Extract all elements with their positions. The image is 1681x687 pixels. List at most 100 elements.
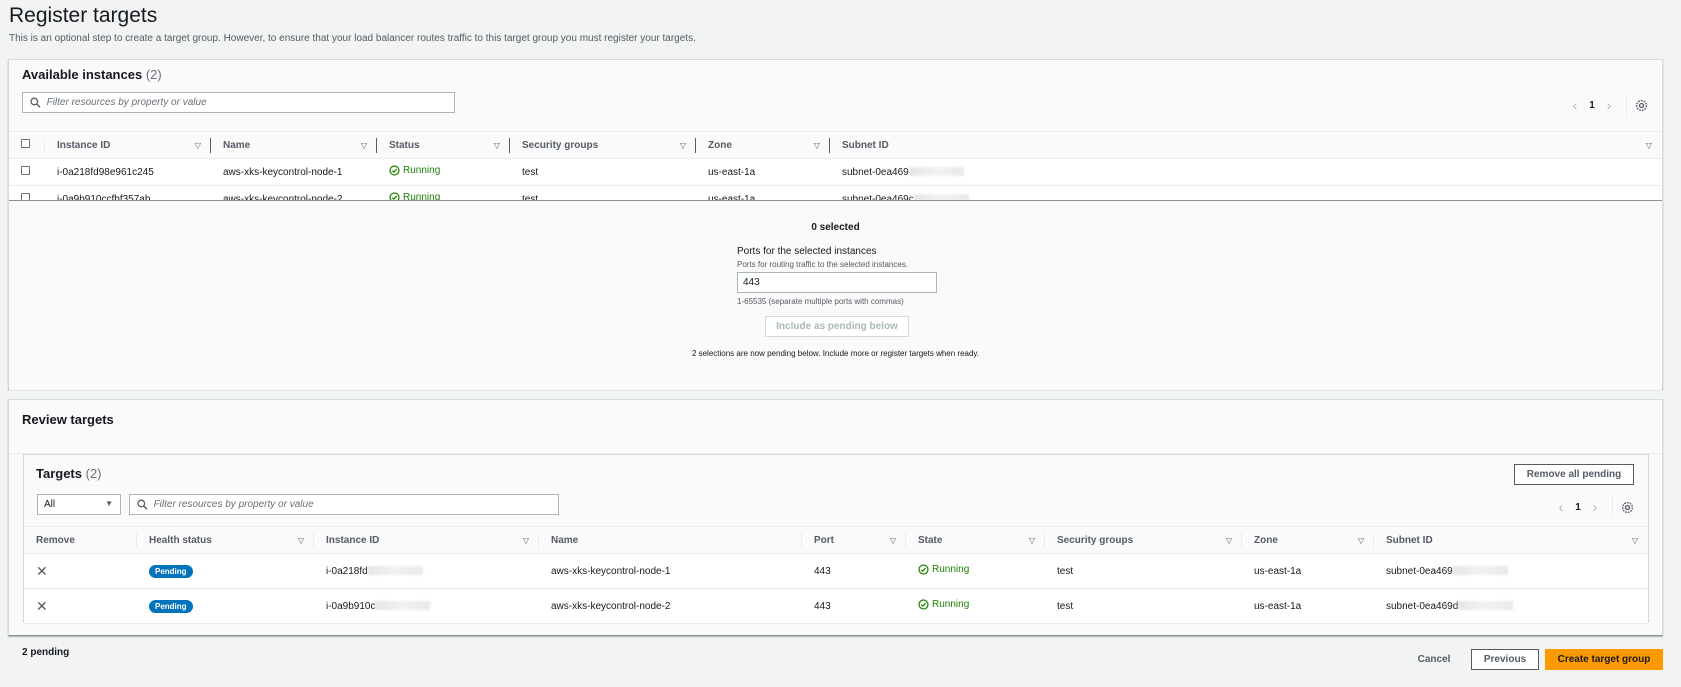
page-number[interactable]: 1 — [1570, 502, 1586, 513]
page-header: Register targets This is an optional ste… — [9, 3, 696, 44]
search-icon — [30, 97, 41, 108]
security-groups: test — [1045, 553, 1242, 589]
status-filter-select[interactable]: All ▼ — [37, 494, 121, 515]
table-row[interactable]: i-0a218fd98e961c245 aws-xks-keycontrol-n… — [9, 158, 1662, 186]
available-instances-heading: Available instances (2) — [22, 67, 162, 82]
available-filter[interactable] — [22, 92, 455, 113]
security-groups: test — [1045, 588, 1242, 624]
targets-count: (2) — [85, 466, 102, 481]
zone: us-east-1a — [696, 158, 830, 186]
col-state[interactable]: State ▽ — [906, 526, 1045, 554]
sort-icon[interactable]: ▽ — [1358, 536, 1364, 545]
security-groups: test — [510, 158, 696, 186]
sort-icon[interactable]: ▽ — [1226, 536, 1232, 545]
sort-icon[interactable]: ▽ — [1632, 536, 1638, 545]
zone: us-east-1a — [1242, 588, 1374, 624]
check-circle-icon — [389, 165, 400, 176]
selected-count: 0 selected — [811, 222, 860, 233]
review-targets-panel: Review targets Targets (2) Remove all pe… — [8, 399, 1663, 636]
next-page-icon[interactable]: › — [1600, 97, 1618, 113]
targets-filter[interactable] — [129, 494, 559, 515]
instance-id: i-0a9b910c — [314, 588, 539, 624]
page-description: This is an optional step to create a tar… — [9, 33, 696, 44]
col-name: Name — [539, 526, 802, 554]
footer-actions: Cancel Previous Create target group — [1403, 649, 1663, 670]
page-number[interactable]: 1 — [1584, 100, 1600, 111]
health-status-badge: Pending — [149, 599, 193, 613]
table-header-row: Instance ID ▽ Name ▽ Status ▽ Security grou… — [9, 131, 1662, 159]
available-filter-input[interactable] — [46, 97, 454, 108]
status-running: Running — [389, 165, 440, 176]
gear-icon[interactable] — [1621, 501, 1634, 514]
check-circle-icon — [918, 599, 929, 610]
sort-icon[interactable]: ▽ — [890, 536, 896, 545]
cancel-button[interactable]: Cancel — [1403, 654, 1465, 665]
page-title: Register targets — [9, 4, 158, 27]
remove-target-icon[interactable]: ✕ — [36, 598, 48, 614]
row-checkbox[interactable] — [21, 166, 30, 175]
available-instances-panel: Available instances (2) ‹ 1 › Instance I… — [8, 59, 1663, 390]
sort-icon[interactable]: ▽ — [361, 141, 367, 150]
ports-field: Ports for the selected instances Ports f… — [737, 246, 937, 306]
sort-icon[interactable]: ▽ — [523, 536, 529, 545]
col-zone[interactable]: Zone ▽ — [696, 131, 830, 159]
review-header: Review targets — [9, 400, 1662, 454]
col-subnet-id[interactable]: Subnet ID ▽ — [1374, 526, 1648, 554]
remove-all-pending-button[interactable]: Remove all pending — [1514, 464, 1634, 485]
state-running: Running — [918, 599, 969, 610]
subnet-id: subnet-0ea469 — [1374, 553, 1648, 589]
select-all-checkbox[interactable] — [21, 139, 30, 148]
check-circle-icon — [918, 564, 929, 575]
available-pagination: ‹ 1 › — [1566, 94, 1648, 116]
sort-icon[interactable]: ▽ — [680, 141, 686, 150]
col-subnet-id[interactable]: Subnet ID ▽ — [830, 131, 1662, 159]
col-port[interactable]: Port ▽ — [802, 526, 906, 554]
col-instance-id[interactable]: Instance ID ▽ — [45, 131, 211, 159]
redacted-text — [1452, 566, 1508, 576]
col-instance-id[interactable]: Instance ID ▽ — [314, 526, 539, 554]
sort-icon[interactable]: ▽ — [195, 141, 201, 150]
previous-button[interactable]: Previous — [1471, 649, 1539, 670]
instance-id: i-0a218fd — [314, 553, 539, 589]
next-page-icon[interactable]: › — [1586, 499, 1604, 515]
table-header-row: Remove Health status ▽ Instance ID ▽ Name … — [24, 526, 1648, 554]
instance-name: aws-xks-keycontrol-node-1 — [539, 553, 802, 589]
redacted-text — [375, 601, 431, 611]
sort-icon[interactable]: ▽ — [298, 536, 304, 545]
sort-icon[interactable]: ▽ — [814, 141, 820, 150]
table-row: ✕ Pending i-0a218fd aws-xks-keycontrol-n… — [24, 553, 1648, 589]
prev-page-icon[interactable]: ‹ — [1566, 97, 1584, 113]
port: 443 — [802, 588, 906, 624]
selection-area: 0 selected Ports for the selected instan… — [9, 200, 1662, 390]
port: 443 — [802, 553, 906, 589]
ports-hint: 1-65535 (separate multiple ports with co… — [737, 297, 904, 306]
review-targets-heading: Review targets — [22, 412, 114, 427]
prev-page-icon[interactable]: ‹ — [1552, 499, 1570, 515]
sort-icon[interactable]: ▽ — [1029, 536, 1035, 545]
col-security-groups[interactable]: Security groups ▽ — [1045, 526, 1242, 554]
divider — [1612, 496, 1613, 518]
redacted-text — [367, 566, 423, 576]
pending-note: 2 selections are now pending below. Incl… — [691, 349, 980, 358]
col-security-groups[interactable]: Security groups ▽ — [510, 131, 696, 159]
ports-input[interactable] — [737, 272, 937, 293]
redacted-text — [1458, 601, 1514, 611]
create-target-group-button[interactable]: Create target group — [1545, 649, 1663, 670]
sort-icon[interactable]: ▽ — [1646, 141, 1652, 150]
search-icon — [137, 499, 148, 510]
sort-icon[interactable]: ▽ — [494, 141, 500, 150]
health-status-badge: Pending — [149, 564, 193, 578]
col-health-status[interactable]: Health status ▽ — [137, 526, 314, 554]
targets-pagination: ‹ 1 › — [1552, 496, 1634, 518]
remove-target-icon[interactable]: ✕ — [36, 563, 48, 579]
targets-filter-input[interactable] — [153, 499, 558, 510]
col-name[interactable]: Name ▽ — [211, 131, 377, 159]
select-all-header[interactable] — [9, 131, 45, 159]
include-as-pending-button[interactable]: Include as pending below — [765, 316, 909, 337]
col-zone[interactable]: Zone ▽ — [1242, 526, 1374, 554]
gear-icon[interactable] — [1635, 99, 1648, 112]
col-status[interactable]: Status ▽ — [377, 131, 510, 159]
ports-label: Ports for the selected instances — [737, 246, 877, 257]
targets-container: Targets (2) Remove all pending All ▼ ‹ 1… — [23, 454, 1649, 624]
table-row: ✕ Pending i-0a9b910c aws-xks-keycontrol-… — [24, 588, 1648, 624]
